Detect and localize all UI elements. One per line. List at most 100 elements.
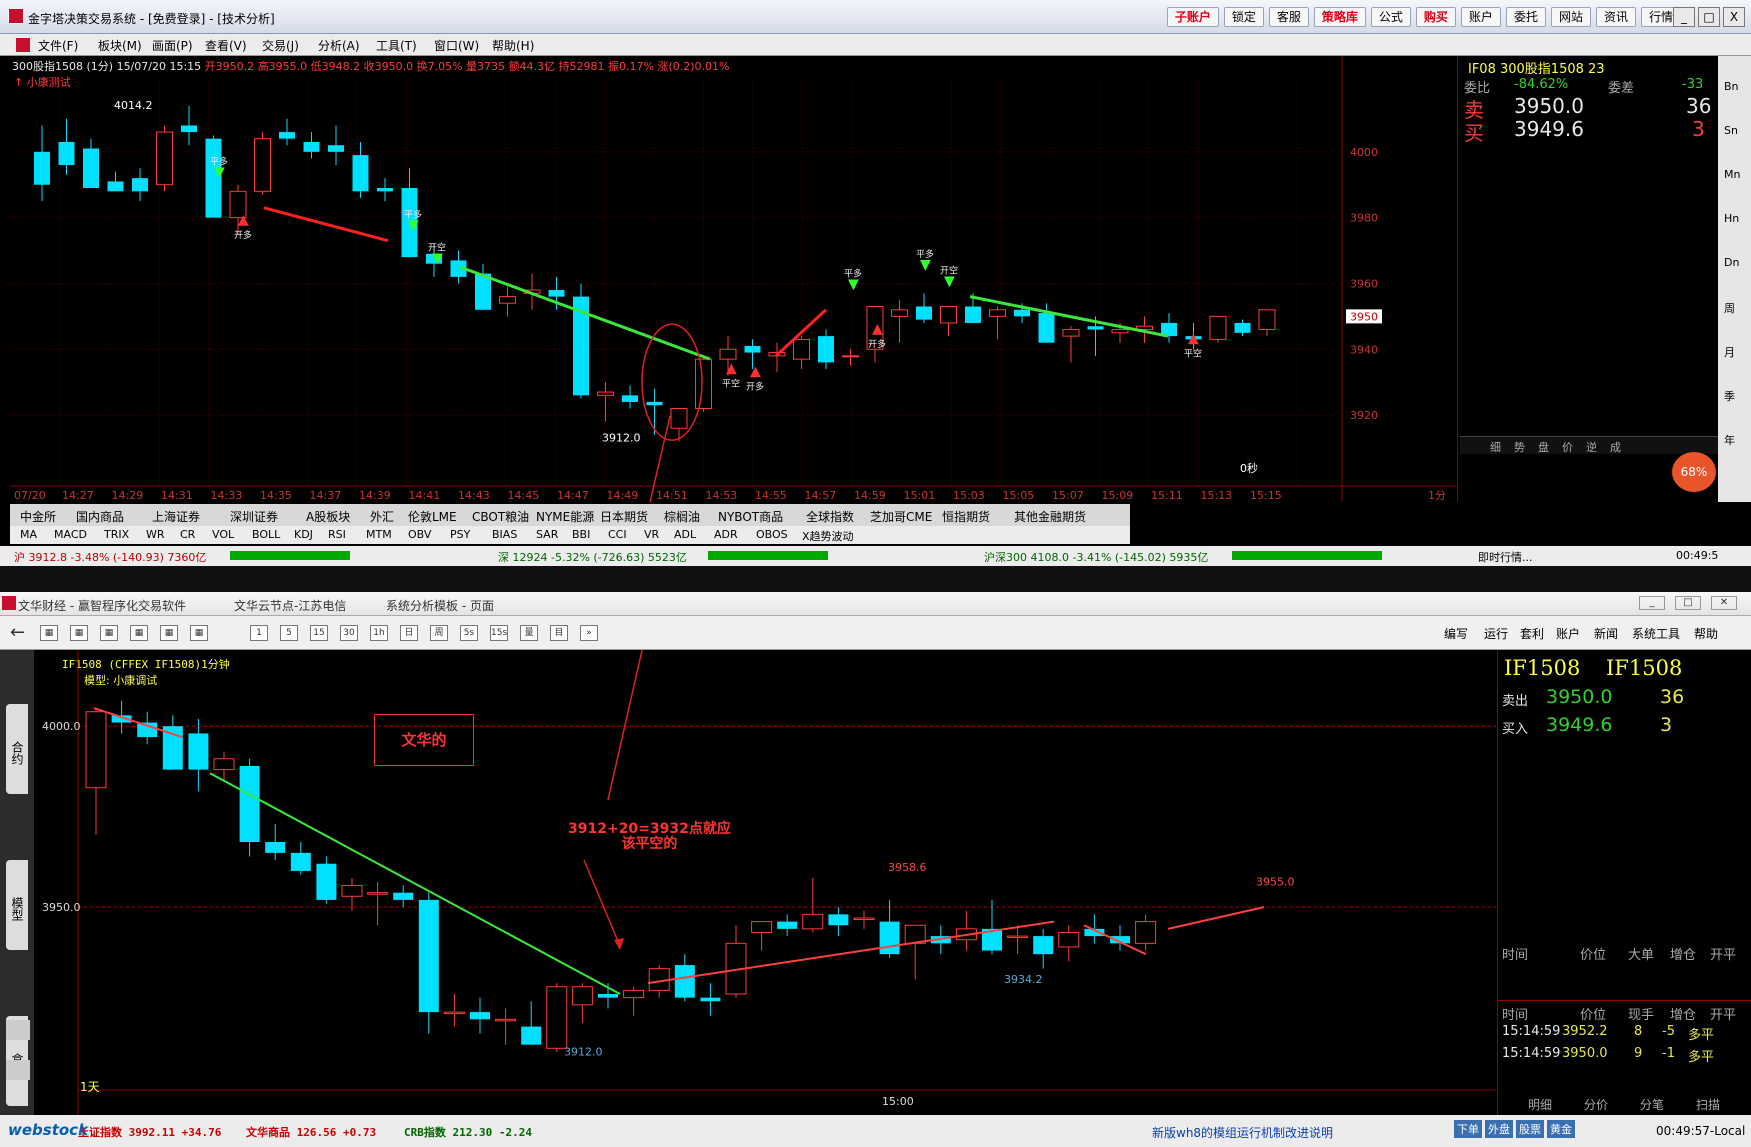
period-icon[interactable]: 日 [400, 625, 418, 641]
candle-down[interactable] [132, 178, 148, 192]
indicator-tab[interactable]: CR [180, 528, 195, 541]
indicator-tab[interactable]: CCI [608, 528, 627, 541]
indicator-tab[interactable]: WR [146, 528, 165, 541]
candle-down[interactable] [239, 766, 260, 842]
candle-down[interactable] [548, 290, 565, 297]
period-button[interactable]: 季 [1724, 388, 1735, 404]
market-tab[interactable]: 其他金融期货 [1014, 508, 1086, 525]
candle-up[interactable] [1209, 315, 1227, 340]
tool-icon[interactable]: ▦ [130, 625, 148, 641]
candle-down[interactable] [1014, 309, 1030, 317]
period-button[interactable]: Bn [1724, 80, 1739, 93]
candle-up[interactable] [695, 358, 712, 410]
candle-down[interactable] [328, 145, 344, 152]
candle-up[interactable] [156, 131, 173, 186]
window-control-button[interactable]: _ [1673, 7, 1695, 27]
period-icon[interactable]: 15 [310, 625, 328, 641]
candle-down[interactable] [418, 899, 439, 1013]
market-tab[interactable]: 中金所 [20, 508, 56, 525]
candle-up[interactable] [1007, 935, 1029, 939]
candle-up[interactable] [940, 305, 957, 324]
wenhua-menu-item[interactable]: 帮助 [1694, 625, 1718, 642]
bottom-button[interactable]: 外盘 [1485, 1120, 1513, 1138]
maximize-button[interactable]: □ [1675, 596, 1701, 610]
menu-item[interactable]: 交易(J) [262, 37, 299, 54]
candle-down[interactable] [521, 1026, 542, 1045]
candle-down[interactable] [646, 401, 663, 406]
candle-up[interactable] [891, 309, 908, 317]
minimize-button[interactable]: _ [1639, 596, 1665, 610]
candle-up[interactable] [571, 986, 593, 1006]
period-icon[interactable]: 15s [490, 625, 508, 641]
news-ticker[interactable]: 即时行情... [1478, 549, 1533, 565]
candle-down[interactable] [1234, 322, 1251, 333]
candle-up[interactable] [1258, 309, 1276, 331]
candle-down[interactable] [622, 395, 638, 402]
candle-down[interactable] [1087, 326, 1104, 330]
indicator-tab[interactable]: BIAS [492, 528, 517, 541]
wenhua-menu-item[interactable]: 运行 [1484, 625, 1508, 642]
market-tab[interactable]: 恒指期货 [942, 508, 990, 525]
period-icon[interactable]: 5 [280, 625, 298, 641]
toolbar-button[interactable]: 公式 [1370, 7, 1411, 27]
wenhua-chart[interactable]: IF1508 (CFFEX IF1508)1分钟 模型: 小康调试 4000.0… [34, 650, 1496, 1115]
candle-down[interactable] [598, 994, 618, 998]
indicator-tab[interactable]: PSY [450, 528, 470, 541]
market-tab[interactable]: 全球指数 [806, 508, 854, 525]
chart1-canvas[interactable]: 4000 3980 3960 3940 3920 3950 07/20 14:27 14:29 1… [10, 56, 1458, 502]
candle-down[interactable] [265, 842, 286, 853]
candle-up[interactable] [623, 989, 645, 999]
rail-tab[interactable]: 合约 [6, 704, 28, 794]
market-tab[interactable]: 芝加哥CME [870, 508, 932, 525]
period-button[interactable]: 年 [1724, 432, 1735, 448]
tool-icon[interactable]: ▦ [40, 625, 58, 641]
market-tab[interactable]: 上海证券 [152, 508, 200, 525]
candle-down[interactable] [744, 345, 761, 353]
indicator-tab[interactable]: ADL [674, 528, 696, 541]
toolbar-button[interactable]: 网站 [1550, 7, 1591, 27]
candle-up[interactable] [85, 711, 107, 789]
quote-tab[interactable]: 成 [1610, 439, 1621, 455]
candle-up[interactable] [842, 355, 859, 358]
q2-tab[interactable]: 扫描 [1696, 1096, 1720, 1113]
window-control-button[interactable]: □ [1698, 7, 1720, 27]
market-tab[interactable]: 国内商品 [76, 508, 124, 525]
bottom-button[interactable]: 下单 [1454, 1120, 1482, 1138]
indicator-tab[interactable]: MA [20, 528, 37, 541]
wenhua-menu-item[interactable]: 编写 [1444, 625, 1468, 642]
indicator-tab[interactable]: OBV [408, 528, 431, 541]
menu-item[interactable]: 画面(P) [152, 37, 193, 54]
candle-down[interactable] [377, 188, 393, 192]
candle-down[interactable] [1038, 313, 1055, 343]
quote-tab[interactable]: 逆 [1586, 439, 1597, 455]
toolbar-button[interactable]: 客服 [1268, 7, 1309, 27]
candle-down[interactable] [828, 914, 849, 926]
candle-up[interactable] [213, 758, 235, 771]
candle-down[interactable] [1033, 936, 1054, 955]
candle-down[interactable] [181, 125, 197, 133]
bottom-button[interactable]: 股票 [1516, 1120, 1544, 1138]
candle-up[interactable] [1135, 921, 1157, 944]
period-button[interactable]: Mn [1724, 168, 1740, 181]
period-button[interactable]: Sn [1724, 124, 1738, 137]
period-icon[interactable]: 量 [520, 625, 538, 641]
candle-down[interactable] [58, 141, 75, 165]
window-control-button[interactable]: X [1723, 7, 1745, 27]
indicator-tab[interactable]: MTM [366, 528, 392, 541]
period-button[interactable]: Hn [1724, 212, 1739, 225]
candle-up[interactable] [1058, 931, 1080, 948]
candle-down[interactable] [470, 1012, 490, 1020]
wenhua-menu-item[interactable]: 账户 [1556, 625, 1580, 642]
indicator-tab[interactable]: BOLL [252, 528, 280, 541]
indicator-tab[interactable]: VR [644, 528, 659, 541]
period-icon[interactable]: 1h [370, 625, 388, 641]
market-tab[interactable]: 深圳证券 [230, 508, 278, 525]
market-tab[interactable]: 伦敦LME [408, 508, 457, 525]
tool-icon[interactable]: ▦ [100, 625, 118, 641]
candle-down[interactable] [279, 132, 295, 139]
period-button[interactable]: 周 [1724, 300, 1735, 316]
candle-up[interactable] [546, 986, 568, 1049]
toolbar-button[interactable]: 锁定 [1223, 7, 1264, 27]
market-tab[interactable]: 外汇 [370, 508, 394, 525]
candle-up[interactable] [495, 1018, 517, 1022]
